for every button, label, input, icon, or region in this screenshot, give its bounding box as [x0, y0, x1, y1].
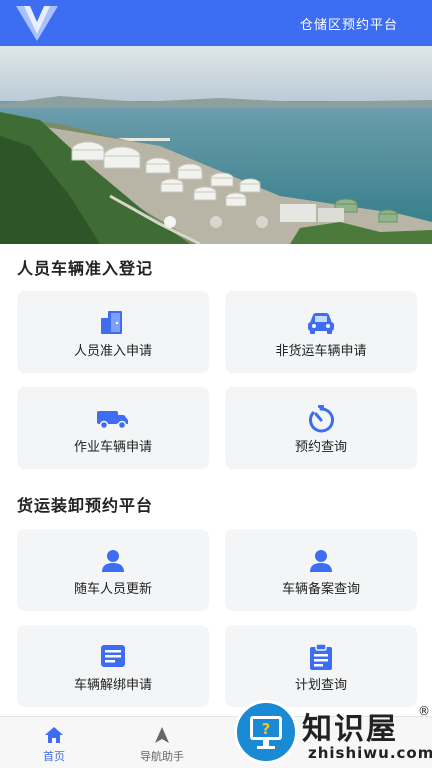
tab-navigation[interactable]: 导航助手 [108, 717, 216, 768]
tab-label: 导航助手 [140, 750, 184, 763]
logo-icon [16, 6, 58, 41]
vehicle-filing-query-card[interactable]: 车辆备案查询 [225, 529, 417, 611]
carousel-dots[interactable] [0, 216, 432, 230]
tab-label: 首页 [43, 750, 65, 763]
plan-query-card[interactable]: 计划查询 [225, 625, 417, 707]
section-title-access: 人员车辆准入登记 [17, 259, 154, 278]
reservation-query-card[interactable]: 预约查询 [225, 387, 417, 469]
personnel-access-card[interactable]: 人员准入申请 [17, 291, 209, 373]
carousel-dot[interactable] [210, 216, 222, 228]
watermark-url: zhishiwu.com [308, 744, 432, 762]
card-label: 随车人员更新 [73, 582, 152, 597]
card-label: 非货运车辆申请 [275, 344, 367, 359]
clipboard-icon [304, 643, 338, 671]
svg-text:?: ? [262, 720, 271, 738]
watermark: ? 知识屋 ® zhishiwu.com [232, 700, 432, 768]
home-icon [43, 725, 65, 745]
tab-home[interactable]: 首页 [0, 717, 108, 768]
vehicle-unbind-card[interactable]: 车辆解绑申请 [17, 625, 209, 707]
card-label: 车辆解绑申请 [73, 678, 152, 693]
watermark-text: 知识屋 [302, 712, 398, 747]
watermark-logo-icon: ? [234, 700, 298, 764]
card-label: 人员准入申请 [73, 344, 152, 359]
non-freight-vehicle-card[interactable]: 非货运车辆申请 [225, 291, 417, 373]
app-header: 仓储区预约平台 [0, 0, 432, 46]
navigation-arrow-icon [151, 725, 173, 745]
person-icon [304, 547, 338, 575]
truck-icon [96, 405, 130, 433]
document-icon [96, 643, 130, 671]
banner-image [0, 46, 432, 244]
door-icon [96, 309, 130, 337]
card-label: 作业车辆申请 [73, 440, 152, 455]
carousel-dot[interactable] [164, 216, 176, 228]
card-label: 计划查询 [294, 678, 347, 693]
accompanying-personnel-card[interactable]: 随车人员更新 [17, 529, 209, 611]
banner-carousel[interactable] [0, 46, 432, 244]
card-label: 车辆备案查询 [281, 582, 360, 597]
carousel-dot[interactable] [256, 216, 268, 228]
card-label: 预约查询 [294, 440, 347, 455]
page-title: 仓储区预约平台 [299, 18, 398, 33]
work-vehicle-card[interactable]: 作业车辆申请 [17, 387, 209, 469]
section-title-freight: 货运装卸预约平台 [17, 496, 154, 515]
watermark-registered: ® [418, 704, 430, 718]
stopwatch-icon [304, 405, 338, 433]
person-icon [96, 547, 130, 575]
car-icon [304, 309, 338, 337]
